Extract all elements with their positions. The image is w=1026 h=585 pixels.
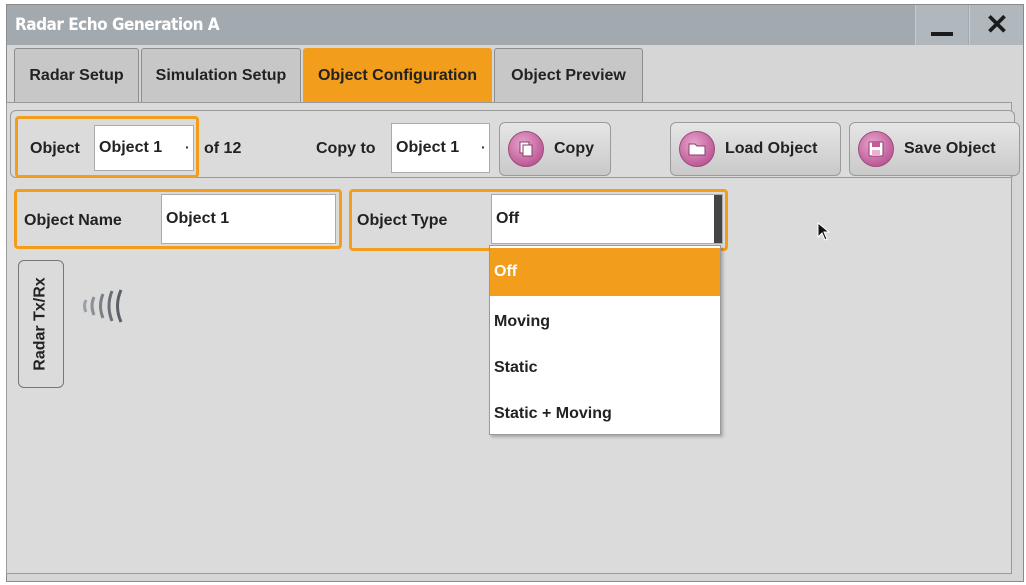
object-type-value: Off xyxy=(496,210,520,227)
dropdown-option-static[interactable]: Static xyxy=(490,344,720,392)
radar-txrx-button[interactable]: Radar Tx/Rx xyxy=(18,260,64,388)
tab-label: Radar Setup xyxy=(29,67,124,84)
option-label: Off xyxy=(494,263,518,280)
save-icon xyxy=(858,131,894,167)
dropdown-option-static-moving[interactable]: Static + Moving xyxy=(490,390,720,438)
copy-to-select[interactable]: Object 1 · xyxy=(391,123,490,173)
object-count: of 12 xyxy=(204,140,242,157)
radar-txrx-label: Radar Tx/Rx xyxy=(32,277,49,371)
tab-object-preview[interactable]: Object Preview xyxy=(494,48,643,103)
copy-to-value: Object 1 xyxy=(396,139,460,156)
minimize-icon xyxy=(931,32,953,36)
minimize-button[interactable] xyxy=(915,5,968,45)
object-select-value: Object 1 xyxy=(99,139,163,156)
dropdown-arrow-icon: · xyxy=(185,139,190,155)
dropdown-arrow-icon: · xyxy=(481,139,486,155)
copy-button[interactable]: Copy xyxy=(499,122,611,176)
object-name-value: Object 1 xyxy=(166,210,230,227)
object-name-label: Object Name xyxy=(24,212,122,229)
tab-label: Object Configuration xyxy=(317,67,478,84)
copy-to-label: Copy to xyxy=(316,140,376,157)
tab-object-configuration[interactable]: Object Configuration xyxy=(303,48,492,103)
copy-icon xyxy=(508,131,544,167)
save-object-button[interactable]: Save Object xyxy=(849,122,1020,176)
save-object-label: Save Object xyxy=(904,140,996,157)
load-object-label: Load Object xyxy=(725,140,818,157)
tab-label: Object Preview xyxy=(511,67,626,84)
option-label: Static + Moving xyxy=(494,405,612,422)
tab-label: Simulation Setup xyxy=(155,67,287,84)
close-icon: ✕ xyxy=(985,9,1009,40)
dropdown-scroll-handle[interactable] xyxy=(714,195,722,243)
object-type-label: Object Type xyxy=(357,212,448,229)
object-select[interactable]: Object 1 · xyxy=(94,125,194,171)
object-label: Object xyxy=(30,140,80,157)
title-bar: Radar Echo Generation A ✕ xyxy=(7,5,1023,45)
object-type-dropdown-list: Off Moving Static Static + Moving xyxy=(489,245,721,435)
tab-radar-setup[interactable]: Radar Setup xyxy=(14,48,139,103)
folder-icon xyxy=(679,131,715,167)
option-label: Moving xyxy=(494,313,550,330)
object-type-select[interactable]: Off xyxy=(491,194,723,244)
dropdown-option-off[interactable]: Off xyxy=(490,248,720,296)
copy-button-label: Copy xyxy=(554,140,594,157)
tab-simulation-setup[interactable]: Simulation Setup xyxy=(141,48,301,103)
close-button[interactable]: ✕ xyxy=(969,5,1023,45)
window-title: Radar Echo Generation A xyxy=(15,15,220,35)
radar-wave-icon xyxy=(83,289,123,323)
mouse-cursor-icon xyxy=(817,222,831,241)
load-object-button[interactable]: Load Object xyxy=(670,122,841,176)
object-name-input[interactable]: Object 1 xyxy=(161,194,336,244)
option-label: Static xyxy=(494,359,538,376)
dropdown-option-moving[interactable]: Moving xyxy=(490,298,720,346)
